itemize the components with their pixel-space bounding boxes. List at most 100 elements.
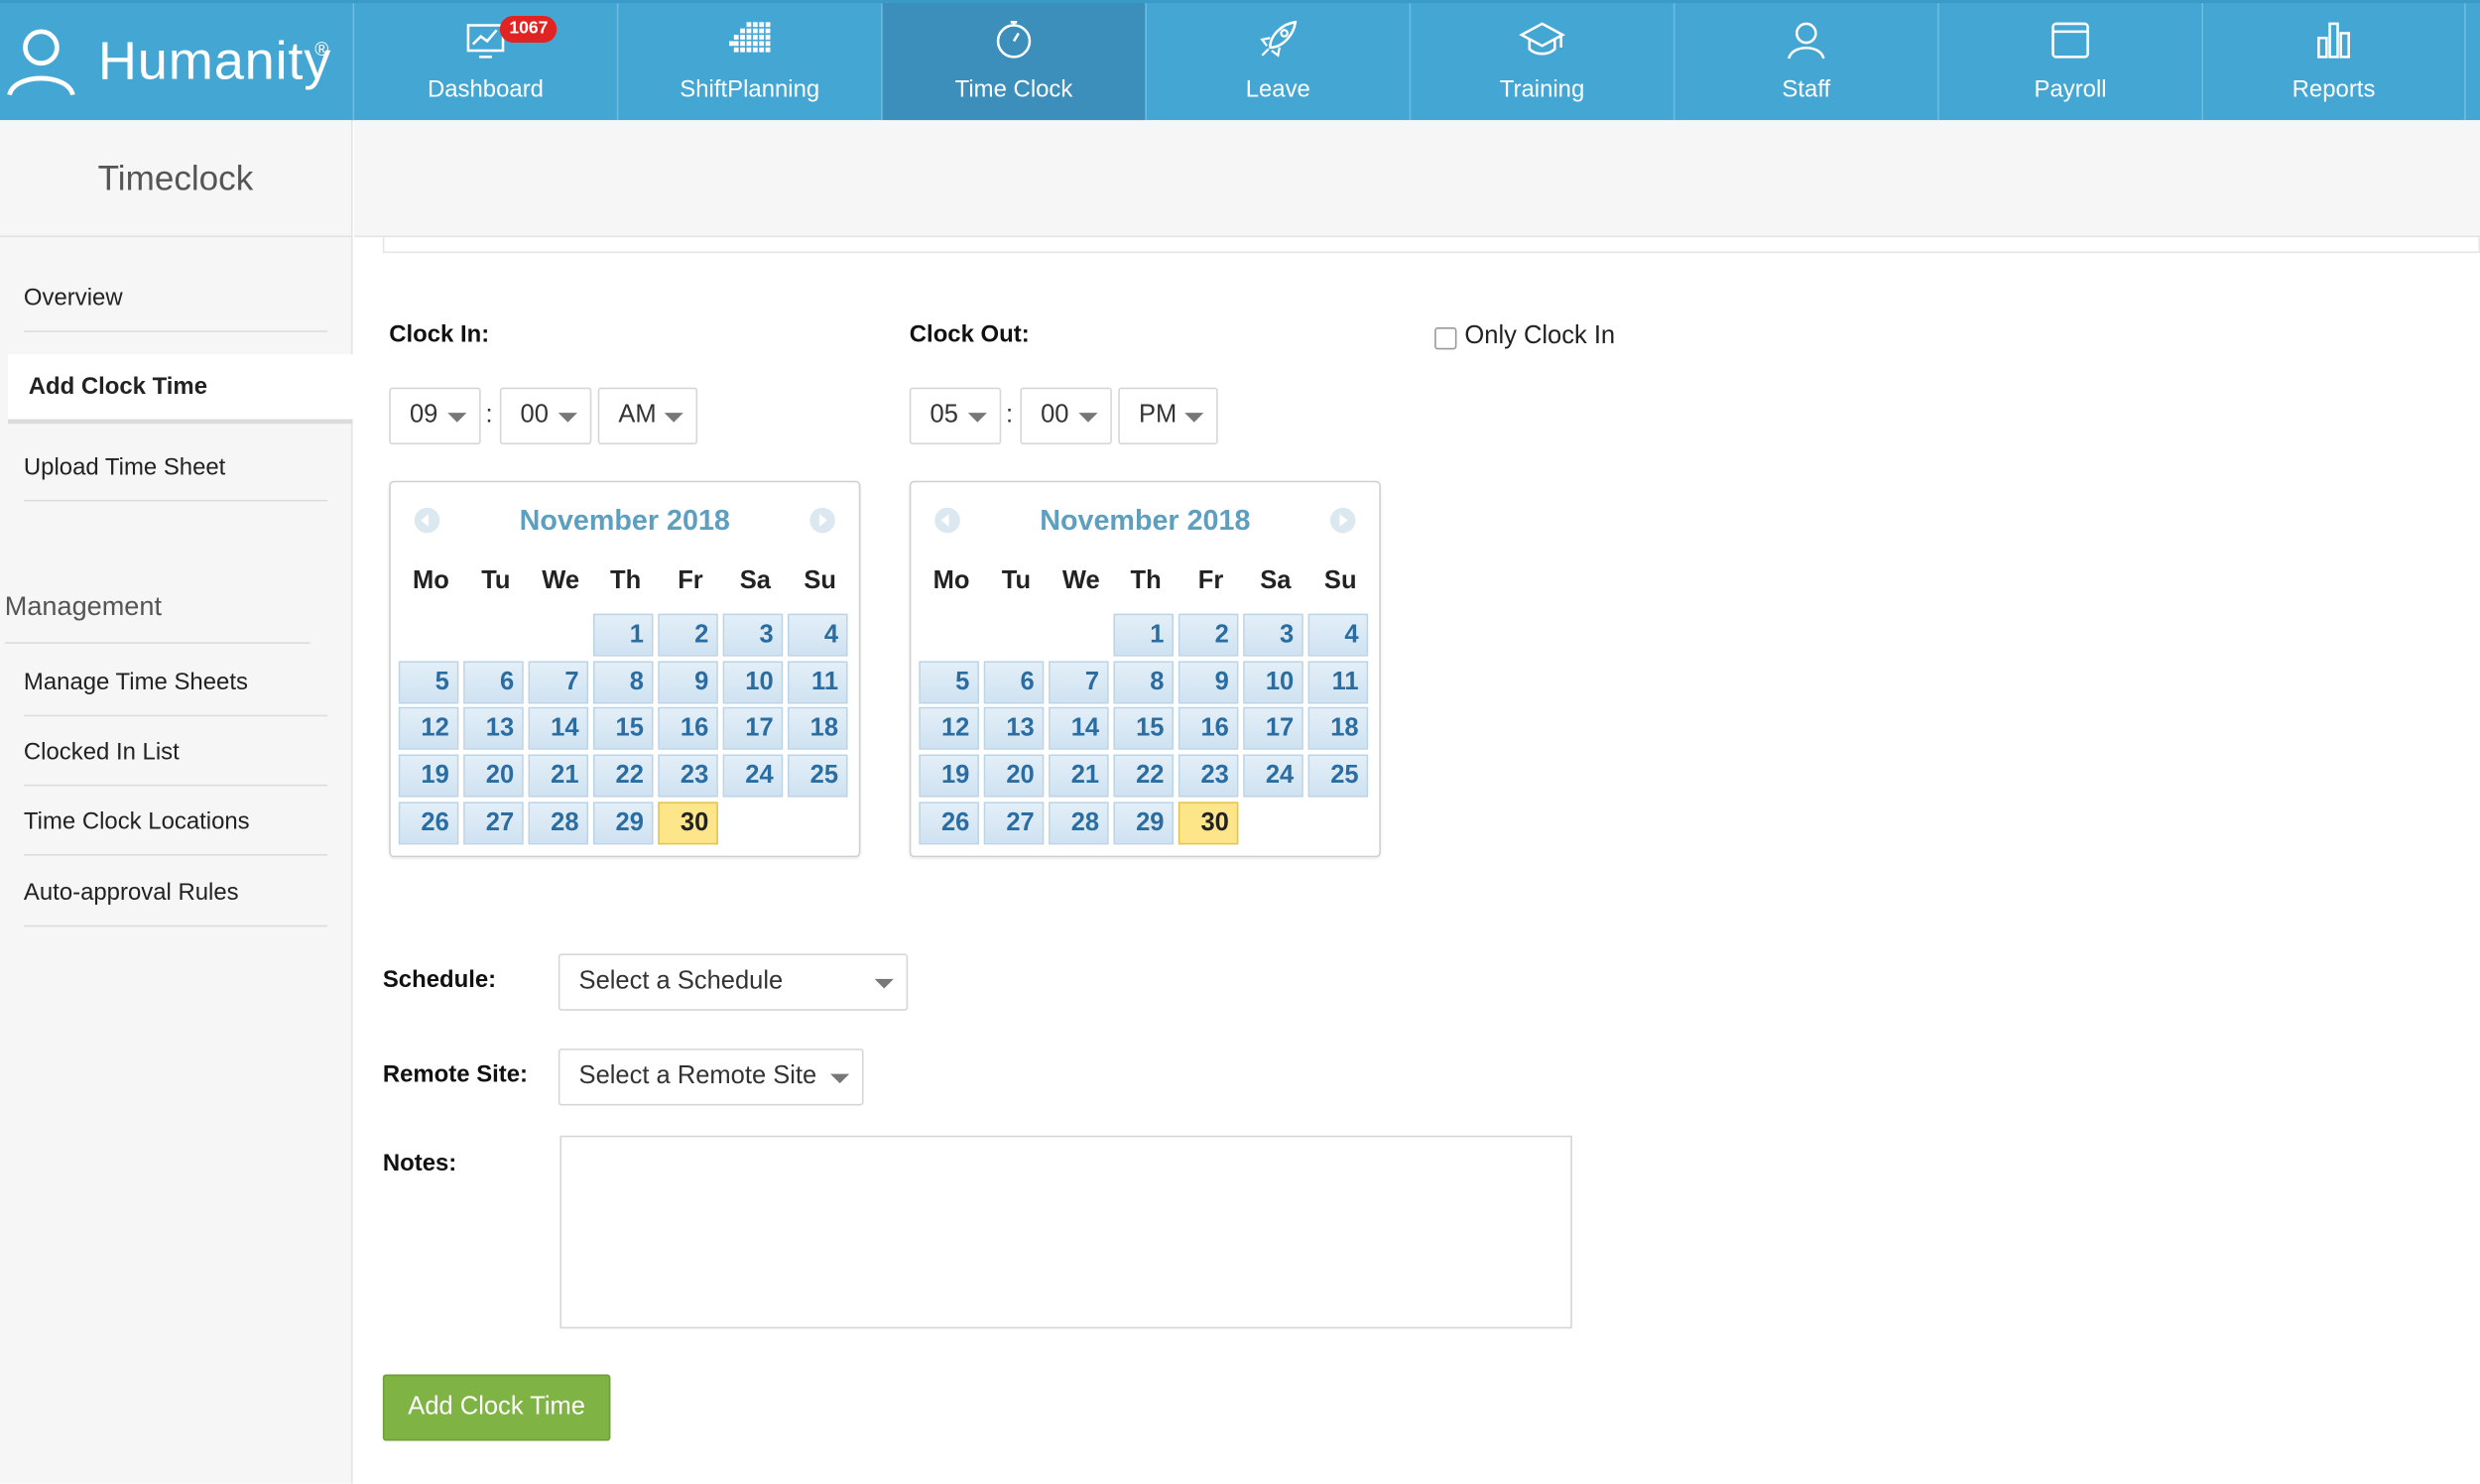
clock-in-hour-select[interactable]: 09	[389, 387, 481, 445]
calendar-day[interactable]: 11	[1307, 660, 1369, 704]
calendar-day[interactable]: 12	[398, 707, 459, 751]
calendar-day[interactable]: 5	[398, 660, 459, 704]
calendar-day[interactable]: 13	[463, 707, 524, 751]
weekday-header: Mo Tu We Th Fr Sa Su	[919, 567, 1374, 596]
calendar-day[interactable]: 21	[1049, 754, 1109, 798]
calendar-day[interactable]: 17	[722, 707, 784, 751]
sidebar-item-manage-time-sheets[interactable]: Manage Time Sheets	[23, 669, 328, 717]
calendar-day[interactable]: 17	[1243, 707, 1303, 751]
calendar-day[interactable]: 29	[1113, 801, 1175, 845]
sidebar-item-time-clock-locations[interactable]: Time Clock Locations	[23, 808, 328, 856]
calendar-day[interactable]: 15	[1113, 707, 1175, 751]
calendar-day[interactable]: 28	[1049, 801, 1109, 845]
sidebar-item-clocked-in-list[interactable]: Clocked In List	[23, 739, 328, 787]
calendar-day[interactable]: 10	[722, 660, 784, 704]
calendar-day[interactable]: 12	[919, 707, 979, 751]
calendar-day[interactable]: 9	[658, 660, 718, 704]
chevron-down-icon	[874, 978, 894, 989]
nav-staff[interactable]: Staff	[1673, 3, 1937, 121]
calendar-day[interactable]: 27	[463, 801, 524, 845]
notes-textarea[interactable]	[559, 1135, 1572, 1329]
calendar-day-selected[interactable]: 30	[1178, 801, 1239, 845]
calendar-day[interactable]: 3	[1243, 613, 1303, 657]
calendar-day[interactable]: 8	[1113, 660, 1175, 704]
next-month-icon[interactable]	[809, 507, 835, 534]
schedule-label: Schedule:	[382, 966, 497, 994]
select-value: 00	[520, 401, 549, 430]
nav-leave[interactable]: Leave	[1145, 3, 1409, 121]
chevron-down-icon	[558, 413, 577, 423]
select-value: 05	[930, 401, 958, 430]
clock-out-hour-select[interactable]: 05	[909, 387, 1002, 445]
sidebar-item-add-clock-time[interactable]: Add Clock Time	[7, 354, 353, 425]
calendar-day[interactable]: 24	[722, 754, 784, 798]
calendar-day[interactable]: 11	[788, 660, 848, 704]
clock-out-ampm-select[interactable]: PM	[1118, 387, 1218, 445]
nav-time-clock[interactable]: Time Clock	[881, 3, 1146, 121]
calendar-day[interactable]: 21	[528, 754, 589, 798]
calendar-day[interactable]: 2	[658, 613, 718, 657]
calendar-day[interactable]: 25	[1307, 754, 1369, 798]
nav-training[interactable]: Training	[1409, 3, 1674, 121]
remote-site-select[interactable]: Select a Remote Site	[558, 1049, 864, 1106]
sidebar-item-overview[interactable]: Overview	[23, 285, 328, 332]
calendar-day[interactable]: 20	[463, 754, 524, 798]
calendar-day[interactable]: 27	[983, 801, 1045, 845]
nav-shiftplanning[interactable]: ShiftPlanning	[616, 3, 881, 121]
calendar-day[interactable]: 19	[919, 754, 979, 798]
nav-reports[interactable]: Reports	[2201, 3, 2466, 121]
calendar-day[interactable]: 2	[1178, 613, 1239, 657]
schedule-select[interactable]: Select a Schedule	[558, 953, 909, 1011]
calendar-day[interactable]: 4	[788, 613, 848, 657]
calendar-day[interactable]: 26	[919, 801, 979, 845]
calendar-day[interactable]: 24	[1243, 754, 1303, 798]
calendar-day[interactable]: 1	[592, 613, 654, 657]
weekday-label: Fr	[1197, 567, 1224, 595]
sidebar-item-auto-approval-rules[interactable]: Auto-approval Rules	[23, 879, 328, 928]
nav-label: Dashboard	[427, 75, 544, 103]
clock-in-ampm-select[interactable]: AM	[597, 387, 698, 445]
calendar-day[interactable]: 7	[528, 660, 589, 704]
calendar-day[interactable]: 10	[1243, 660, 1303, 704]
calendar-day[interactable]: 26	[398, 801, 459, 845]
calendar-day[interactable]: 15	[592, 707, 654, 751]
add-clock-time-button[interactable]: Add Clock Time	[382, 1374, 611, 1441]
sidebar-item-upload-time-sheet[interactable]: Upload Time Sheet	[23, 454, 328, 502]
next-month-icon[interactable]	[1329, 507, 1356, 534]
clock-out-minute-select[interactable]: 00	[1020, 387, 1112, 445]
calendar-day[interactable]: 4	[1307, 613, 1369, 657]
chevron-down-icon	[830, 1073, 850, 1084]
calendar-day[interactable]: 13	[983, 707, 1045, 751]
calendar-day[interactable]: 9	[1178, 660, 1239, 704]
calendar-day[interactable]: 22	[1113, 754, 1175, 798]
calendar-day[interactable]: 19	[398, 754, 459, 798]
select-value: 09	[409, 401, 438, 430]
calendar-day[interactable]: 7	[1049, 660, 1109, 704]
calendar-day[interactable]: 23	[658, 754, 718, 798]
nav-dashboard[interactable]: 1067 Dashboard	[352, 3, 617, 121]
calendar-day[interactable]: 16	[658, 707, 718, 751]
calendar-day[interactable]: 25	[788, 754, 848, 798]
calendar-day[interactable]: 23	[1178, 754, 1239, 798]
calendar-day[interactable]: 28	[528, 801, 589, 845]
calendar-day[interactable]: 6	[983, 660, 1045, 704]
calendar-day[interactable]: 3	[722, 613, 784, 657]
calendar-day[interactable]: 20	[983, 754, 1045, 798]
nav-payroll[interactable]: Payroll	[1937, 3, 2201, 121]
calendar-day[interactable]: 1	[1113, 613, 1175, 657]
calendar-day[interactable]: 18	[1307, 707, 1369, 751]
only-clock-in-checkbox[interactable]	[1434, 327, 1457, 350]
time-separator: :	[1006, 401, 1014, 430]
calendar-day[interactable]: 6	[463, 660, 524, 704]
calendar-day-selected[interactable]: 30	[658, 801, 718, 845]
calendar-day[interactable]: 29	[592, 801, 654, 845]
clock-in-minute-select[interactable]: 00	[499, 387, 592, 445]
calendar-day[interactable]: 18	[788, 707, 848, 751]
calendar-day[interactable]: 22	[592, 754, 654, 798]
calendar-day[interactable]: 8	[592, 660, 654, 704]
humanity-logo[interactable]: Humanity ®	[0, 3, 353, 123]
calendar-day[interactable]: 14	[1049, 707, 1109, 751]
calendar-day[interactable]: 14	[528, 707, 589, 751]
calendar-day[interactable]: 16	[1178, 707, 1239, 751]
calendar-day[interactable]: 5	[919, 660, 979, 704]
